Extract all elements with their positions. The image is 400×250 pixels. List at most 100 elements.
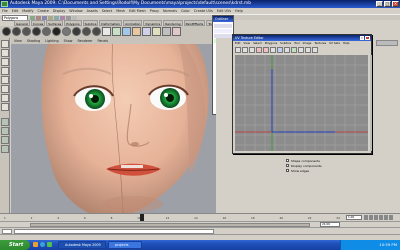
start-label: Start <box>9 242 24 248</box>
uv-grid[interactable] <box>235 55 368 151</box>
uv-menu-item[interactable]: Polygons <box>265 41 277 46</box>
shelf-sphere-icon[interactable] <box>2 27 11 36</box>
uv-menu-item[interactable]: Image <box>303 41 312 46</box>
checkbox[interactable] <box>286 164 289 167</box>
uv-menu-item[interactable]: UV Sets <box>329 41 340 46</box>
uv-editor-scrollbar[interactable] <box>370 55 372 151</box>
window-title: Autodesk Maya 2009: C:\Documents and Set… <box>10 1 251 6</box>
uv-menu-item[interactable]: Edit <box>235 41 240 46</box>
current-time-marker[interactable] <box>140 214 144 221</box>
lasso-tool-icon[interactable] <box>1 49 9 57</box>
play-back-icon[interactable] <box>374 215 378 220</box>
command-line[interactable] <box>0 227 400 234</box>
uv-tool-icon[interactable] <box>305 47 311 53</box>
shelf-tool-icon[interactable] <box>102 27 111 36</box>
uv-menu-item[interactable]: View <box>243 41 250 46</box>
shelf-tool-icon[interactable] <box>132 27 141 36</box>
move-tool-icon[interactable] <box>1 67 9 75</box>
uv-tool-icon[interactable] <box>249 47 255 53</box>
play-icon[interactable] <box>379 215 383 220</box>
list-item[interactable] <box>214 24 232 28</box>
layout-persp-icon[interactable] <box>1 145 9 153</box>
minimize-button[interactable]: _ <box>376 1 383 7</box>
shelf-tool-icon[interactable] <box>152 27 161 36</box>
rotate-uv-icon[interactable] <box>256 47 262 53</box>
maya-app-icon <box>1 1 8 7</box>
rewind-icon[interactable] <box>364 215 368 220</box>
perspective-viewport[interactable]: View Shading Lighting Show Renderer Panels <box>11 38 218 213</box>
uv-tool-icon[interactable] <box>270 47 276 53</box>
window-title-bar: Autodesk Maya 2009: C:\Documents and Set… <box>0 0 400 8</box>
shelf-tool-icon[interactable] <box>172 27 181 36</box>
shelf-tool-icon[interactable] <box>162 27 171 36</box>
uv-editor-menu-bar: Edit View Select Polygons Subdivs Tool Image Te… <box>233 41 371 46</box>
uv-tool-icon[interactable] <box>242 47 248 53</box>
uv-editor-toolbar <box>235 47 369 54</box>
shelf-sphere-icon[interactable] <box>82 27 91 36</box>
shelf-tool-icon[interactable] <box>142 27 151 36</box>
shelf-sphere-icon[interactable] <box>22 27 31 36</box>
shelf-sphere-icon[interactable] <box>62 27 71 36</box>
checkbox[interactable] <box>286 169 289 172</box>
select-tool-icon[interactable] <box>1 40 9 48</box>
system-tray: 10:59 PM <box>340 240 400 250</box>
last-tool-icon[interactable] <box>1 103 9 111</box>
task-label: projects <box>115 243 129 247</box>
step-forward-icon[interactable] <box>384 215 388 220</box>
close-button[interactable]: × <box>392 1 399 7</box>
rotate-uv-icon[interactable] <box>263 47 269 53</box>
start-button[interactable]: Start <box>0 240 30 250</box>
uv-tool-icon[interactable] <box>312 47 318 53</box>
shelf-sphere-icon[interactable] <box>72 27 81 36</box>
display-options: Shape components Display components Show… <box>286 158 396 208</box>
uv-tool-icon[interactable] <box>298 47 304 53</box>
shelf-tool-icon[interactable] <box>112 27 121 36</box>
shelf-sphere-icon[interactable] <box>12 27 21 36</box>
uv-tool-icon[interactable] <box>235 47 241 53</box>
shelf-sphere-icon[interactable] <box>42 27 51 36</box>
folder-icon[interactable] <box>33 242 38 247</box>
outliner-title: Outliner <box>215 17 229 21</box>
option-label: Shape components <box>291 158 320 163</box>
uv-tool-icon[interactable] <box>291 47 297 53</box>
shelf-tool-icon[interactable] <box>122 27 131 36</box>
clock[interactable]: 10:59 PM <box>379 242 397 247</box>
list-item[interactable] <box>214 29 232 33</box>
taskbar-item-maya[interactable]: Autodesk Maya 2009 <box>58 241 106 249</box>
panel-toggle-button[interactable] <box>376 40 398 46</box>
app-icon[interactable] <box>47 242 52 247</box>
layout-four-icon[interactable] <box>1 127 9 135</box>
uv-menu-item[interactable]: Subdivs <box>280 41 291 46</box>
manipulator-icon[interactable] <box>1 94 9 102</box>
fast-forward-icon[interactable] <box>389 215 393 220</box>
uv-tool-icon[interactable] <box>277 47 283 53</box>
uv-editor-minimize-button[interactable] <box>360 36 364 40</box>
time-slider[interactable]: 124681012141618202224 1.00 <box>0 213 400 221</box>
uv-menu-item[interactable]: Tool <box>294 41 299 46</box>
maximize-button[interactable]: □ <box>384 1 391 7</box>
quick-launch <box>33 242 55 248</box>
uv-texture-editor-window[interactable]: UV Texture Editor Edit View Select Polygons… <box>232 34 372 154</box>
face-render <box>11 44 218 213</box>
scale-tool-icon[interactable] <box>1 85 9 93</box>
playback-controls <box>364 215 398 220</box>
checkbox[interactable] <box>286 159 289 162</box>
shelf-sphere-icon[interactable] <box>52 27 61 36</box>
layout-side-icon[interactable] <box>1 136 9 144</box>
taskbar-item-projects[interactable]: projects <box>108 241 142 249</box>
uv-menu-item[interactable]: Help <box>343 41 349 46</box>
rotate-tool-icon[interactable] <box>1 76 9 84</box>
layout-single-icon[interactable] <box>1 118 9 126</box>
step-back-icon[interactable] <box>369 215 373 220</box>
shelf-sphere-icon[interactable] <box>92 27 101 36</box>
uv-menu-item[interactable]: Select <box>253 41 262 46</box>
windows-taskbar: Start Autodesk Maya 2009 projects 10:59 … <box>0 240 400 250</box>
browser-icon[interactable] <box>40 242 45 247</box>
uv-editor-close-button[interactable] <box>365 36 370 40</box>
task-label: Autodesk Maya 2009 <box>65 243 101 247</box>
shelf-sphere-icon[interactable] <box>32 27 41 36</box>
current-frame-field[interactable]: 1.00 <box>346 215 362 220</box>
paint-select-icon[interactable] <box>1 58 9 66</box>
uv-tool-icon[interactable] <box>284 47 290 53</box>
uv-menu-item[interactable]: Textures <box>314 41 326 46</box>
